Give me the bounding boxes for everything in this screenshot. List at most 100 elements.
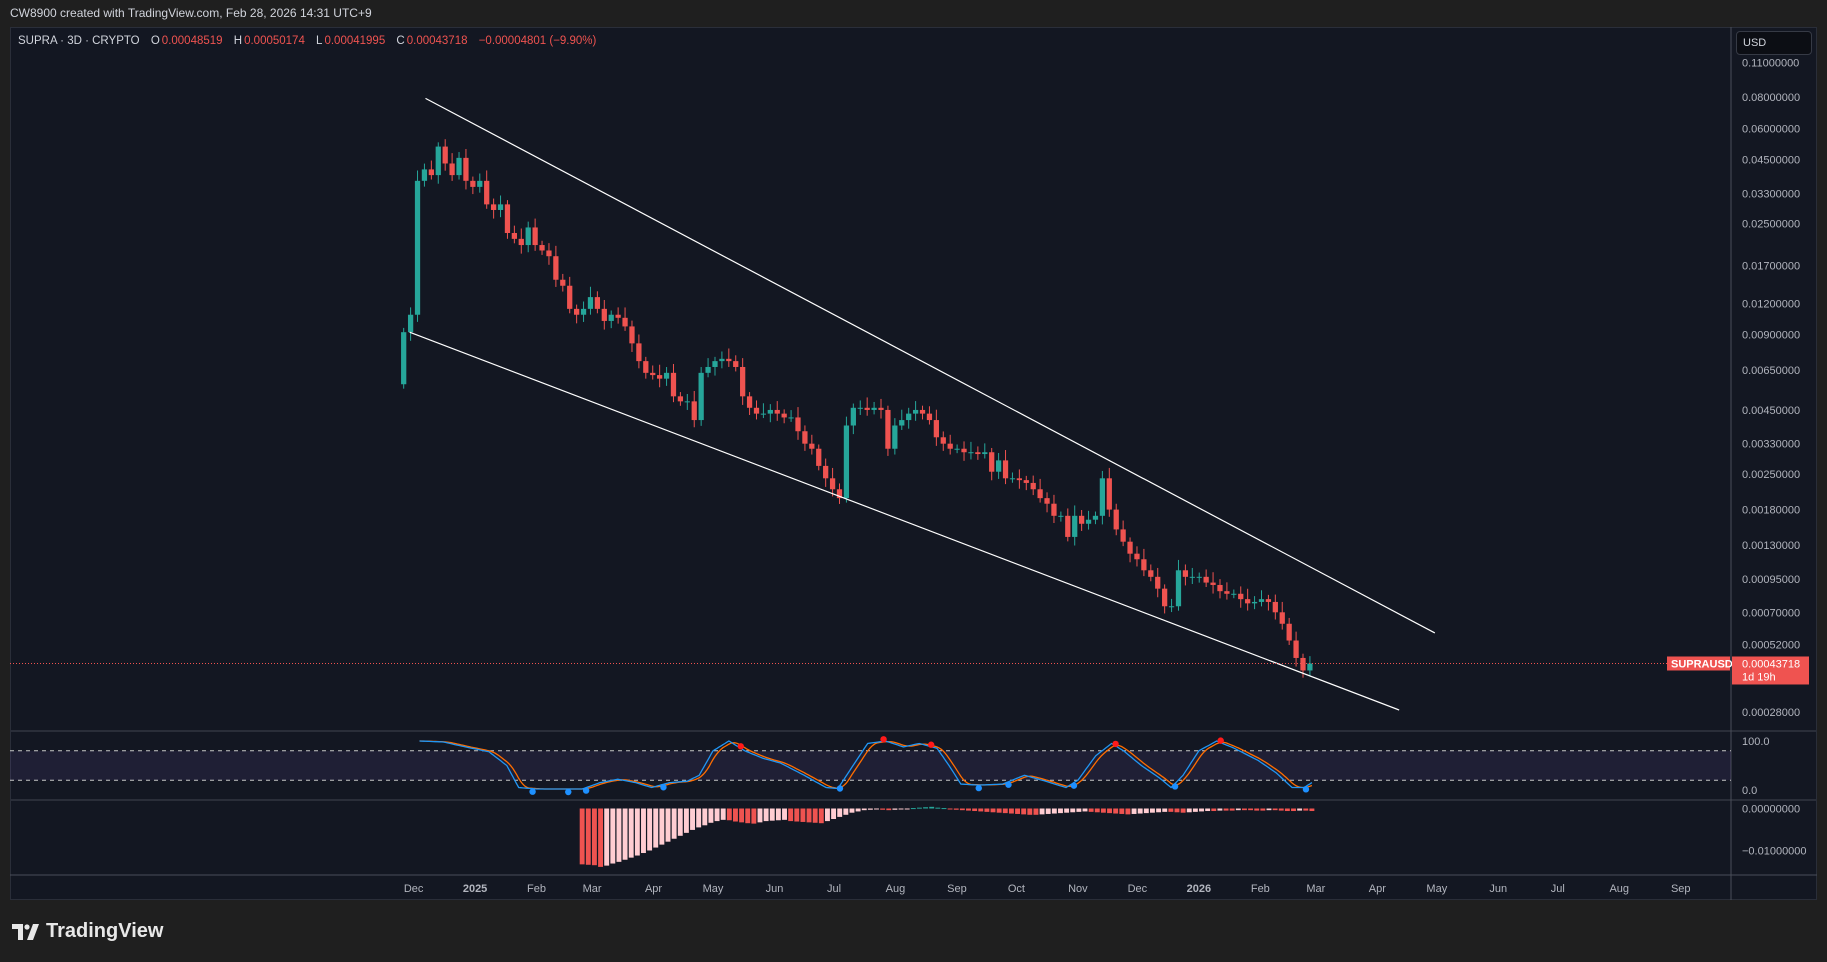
macd-tick-label: 0.00000000 [1742, 804, 1800, 816]
candle-body [947, 443, 953, 449]
currency-button[interactable]: USD [1736, 31, 1812, 55]
macd-histogram-bar [831, 808, 837, 819]
candle-body [525, 227, 531, 246]
candle-body [407, 314, 414, 333]
macd-histogram-bar [855, 808, 861, 812]
macd-histogram-bar [990, 808, 996, 813]
candle-body [975, 452, 981, 455]
candle-body [414, 180, 421, 315]
macd-histogram-bar [898, 808, 904, 810]
candle-body [740, 366, 746, 397]
candle-body [885, 409, 891, 449]
time-tick-label: Sep [947, 883, 967, 895]
time-tick-label: May [703, 883, 724, 895]
macd-histogram-bar [1107, 808, 1112, 814]
macd-histogram-bar [1064, 808, 1070, 813]
time-tick-label: 2026 [1187, 883, 1211, 895]
macd-histogram-bar [1033, 808, 1039, 815]
candle-body [961, 448, 967, 453]
macd-histogram-bar [1150, 808, 1155, 813]
macd-histogram-bar [1058, 808, 1063, 814]
macd-histogram-bar [598, 808, 604, 867]
candle-body [968, 452, 974, 454]
time-tick-label: Oct [1008, 883, 1025, 895]
candle-body [823, 465, 829, 479]
tradingview-logo[interactable]: TradingView [12, 920, 163, 943]
macd-histogram-bar [1119, 808, 1125, 814]
candle-body [1016, 478, 1022, 481]
last-price-label: 0.00043718 [1742, 658, 1800, 670]
candle-body [802, 431, 808, 444]
price-tick-label: 0.02500000 [1742, 218, 1800, 230]
time-tick-label: Nov [1068, 883, 1088, 895]
macd-histogram-bar [653, 808, 659, 848]
macd-histogram-bar [1045, 808, 1051, 814]
macd-histogram-bar [849, 808, 855, 813]
macd-histogram-bar [880, 808, 886, 810]
candle-body [1245, 599, 1251, 604]
macd-histogram-bar [579, 808, 585, 865]
candle-body [1065, 515, 1071, 537]
macd-histogram-bar [616, 808, 622, 862]
macd-histogram-bar [739, 808, 745, 823]
candle-body [1072, 515, 1078, 537]
oversold-signal-dot [836, 785, 844, 792]
macd-histogram-bar [794, 808, 800, 822]
candle-body [864, 407, 870, 410]
macd-histogram-bar [677, 808, 683, 836]
macd-histogram-bar [984, 808, 990, 812]
candle-body [809, 443, 815, 449]
symbol-tag-label: SUPRAUSD [1671, 658, 1733, 670]
oversold-signal-dot [1070, 782, 1078, 789]
candle-body [442, 146, 448, 164]
macd-histogram-bar [775, 808, 781, 821]
price-tick-label: 0.01700000 [1742, 260, 1800, 272]
candle-body [677, 396, 684, 402]
macd-histogram-bar [1272, 808, 1278, 811]
overbought-signal-dot [927, 741, 935, 748]
candle-body [484, 180, 490, 205]
open-label: O [150, 35, 160, 47]
chart-canvas[interactable]: SUPRAUSD 0.000437181d 19h0.110000000.0800… [0, 0, 1827, 962]
candle-body [733, 361, 739, 367]
macd-histogram-bar [837, 808, 843, 817]
candle-body [698, 372, 704, 421]
macd-histogram-bar [947, 808, 953, 810]
macd-histogram-bar [1211, 808, 1217, 812]
candle-body [428, 169, 434, 176]
macd-histogram-bar [782, 808, 787, 820]
candle-body [1058, 515, 1064, 517]
time-tick-label: Dec [404, 883, 424, 895]
macd-histogram-bar [647, 808, 653, 851]
macd-histogram-bar [604, 808, 610, 866]
macd-histogram-bar [1235, 808, 1241, 811]
macd-histogram-bar [861, 808, 867, 811]
time-tick-label: 2025 [463, 883, 487, 895]
low-label: L [316, 35, 323, 47]
macd-histogram-bar [1162, 808, 1168, 812]
close-label: C [396, 35, 405, 47]
time-tick-label: Feb [527, 883, 546, 895]
overbought-signal-dot [1112, 740, 1119, 748]
macd-histogram-bar [953, 808, 959, 810]
macd-histogram-bar [1094, 808, 1100, 813]
macd-histogram-bar [665, 808, 671, 842]
overbought-signal-dot [737, 743, 744, 750]
candle-body [1030, 482, 1036, 490]
candle-body [1258, 599, 1265, 602]
time-tick-label: Jun [766, 883, 784, 895]
candle-body [490, 204, 497, 210]
macd-histogram-bar [1291, 808, 1296, 812]
symbol-title[interactable]: SUPRA · 3D · CRYPTO [18, 35, 140, 47]
oversold-signal-dot [1005, 781, 1012, 788]
price-tick-label: 0.00180000 [1742, 505, 1800, 517]
candle-body [857, 407, 863, 409]
macd-histogram-bar [1192, 808, 1198, 812]
candle-body [449, 163, 455, 176]
macd-histogram-bar [1309, 808, 1315, 812]
oversold-signal-dot [975, 784, 982, 792]
candle-body [933, 420, 939, 438]
candle-body [1175, 570, 1182, 607]
change-value: −0.00004801 (−9.90%) [478, 35, 597, 47]
price-tick-label: 0.11000000 [1742, 57, 1799, 69]
